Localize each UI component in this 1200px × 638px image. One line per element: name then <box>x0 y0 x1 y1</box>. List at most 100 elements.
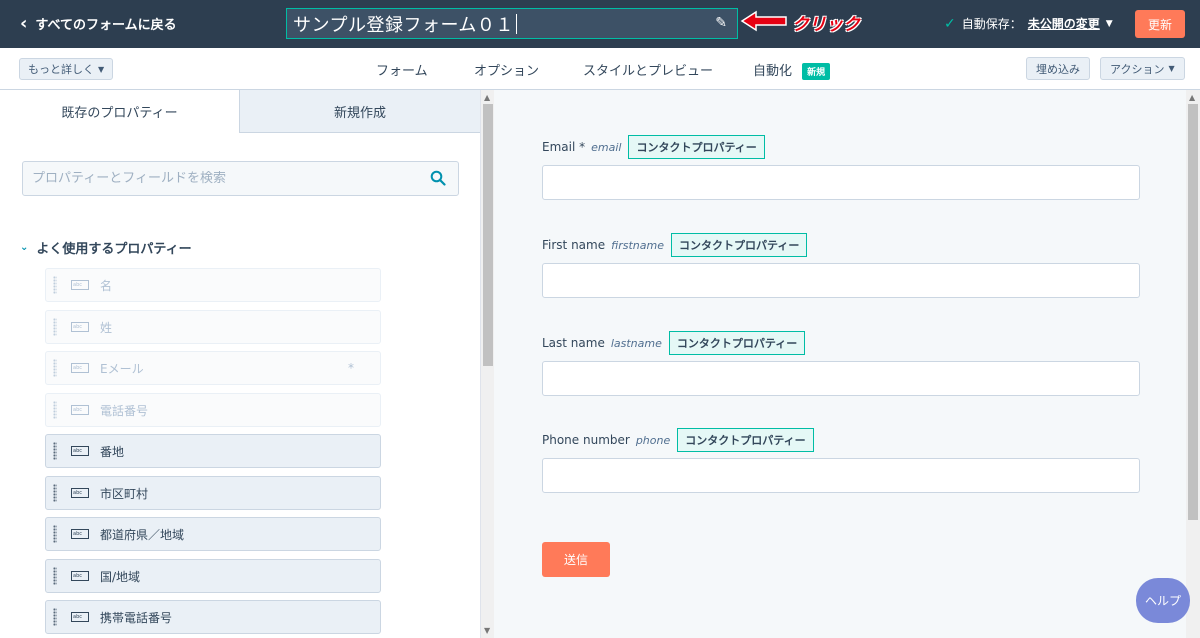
form-field-email[interactable]: Email * email コンタクトプロパティー <box>542 135 1140 200</box>
firstname-field[interactable] <box>542 263 1140 298</box>
drag-handle-icon[interactable] <box>53 442 57 460</box>
pencil-icon[interactable]: ✎ <box>715 15 727 31</box>
drag-handle-icon[interactable] <box>53 608 57 626</box>
tab-create-new[interactable]: 新規作成 <box>240 90 480 133</box>
field-internal-name: email <box>591 140 622 154</box>
tab-existing-label: 既存のプロパティー <box>61 106 178 121</box>
property-search <box>22 161 459 196</box>
tab-style-preview-label: スタイルとプレビュー <box>583 64 714 79</box>
field-label-row: Phone number phone コンタクトプロパティー <box>542 428 1140 452</box>
field-label: Phone number <box>542 433 630 447</box>
text-field-icon: abc <box>71 571 89 581</box>
scrollbar-thumb[interactable] <box>1188 104 1198 520</box>
field-internal-name: lastname <box>610 336 662 350</box>
form-title-input[interactable]: サンプル登録フォーム０１ ✎ <box>286 8 738 39</box>
property-item[interactable]: abc 国/地域 <box>45 559 381 593</box>
dropdown-caret-icon: ▼ <box>98 64 105 74</box>
text-field-icon: abc <box>71 405 89 415</box>
form-field-lastname[interactable]: Last name lastname コンタクトプロパティー <box>542 331 1140 396</box>
autosave-status[interactable]: ✓ 自動保存： 未公開の変更 ▼ <box>944 15 1113 32</box>
right-scrollbar[interactable]: ▲ <box>1186 90 1200 638</box>
drag-handle-icon[interactable] <box>53 484 57 502</box>
new-badge: 新規 <box>802 63 831 80</box>
tab-options-label: オプション <box>474 64 540 79</box>
form-field-firstname[interactable]: First name firstname コンタクトプロパティー <box>542 233 1140 298</box>
property-label: 姓 <box>100 320 113 335</box>
back-to-forms-link[interactable]: ‹ すべてのフォームに戻る <box>20 14 177 33</box>
field-internal-name: firstname <box>611 238 664 252</box>
property-label: 携帯電話番号 <box>100 610 173 625</box>
frequent-properties-toggle[interactable]: ⌄ よく使用するプロパティー <box>20 238 192 257</box>
property-type-tag: コンタクトプロパティー <box>668 331 806 355</box>
tab-bar: もっと詳しく ▼ フォーム オプション スタイルとプレビュー 自動化 新規 埋め… <box>0 48 1200 94</box>
more-details-dropdown[interactable]: もっと詳しく ▼ <box>19 58 114 80</box>
drag-handle-icon <box>53 401 57 419</box>
property-item[interactable]: abc 携帯電話番号 <box>45 600 381 634</box>
update-button[interactable]: 更新 <box>1135 10 1185 38</box>
text-field-icon: abc <box>71 363 89 373</box>
annotation-click-label: クリック <box>792 15 860 35</box>
form-field-phone[interactable]: Phone number phone コンタクトプロパティー <box>542 428 1140 493</box>
embed-label: 埋め込み <box>1036 62 1080 76</box>
chevron-down-icon: ⌄ <box>20 242 29 253</box>
tab-form-label: フォーム <box>376 64 428 79</box>
field-label-row: Last name lastname コンタクトプロパティー <box>542 331 1140 355</box>
section-title: よく使用するプロパティー <box>36 242 192 257</box>
scroll-up-arrow-icon[interactable]: ▲ <box>484 93 490 102</box>
actions-dropdown[interactable]: アクション ▼ <box>1100 57 1185 80</box>
property-type-tag: コンタクトプロパティー <box>670 233 808 257</box>
property-search-input[interactable] <box>32 171 458 186</box>
property-type-tag: コンタクトプロパティー <box>677 428 814 452</box>
property-label: 電話番号 <box>100 403 149 418</box>
property-item[interactable]: abc 姓 <box>45 310 381 344</box>
help-button[interactable]: ヘルプ <box>1136 578 1190 623</box>
embed-button[interactable]: 埋め込み <box>1026 57 1090 80</box>
check-icon: ✓ <box>944 15 956 32</box>
chevron-left-icon: ‹ <box>20 12 28 34</box>
email-field[interactable] <box>542 165 1140 200</box>
lastname-field[interactable] <box>542 361 1140 396</box>
back-link-label: すべてのフォームに戻る <box>35 18 177 33</box>
property-item[interactable]: abc 都道府県／地域 <box>45 517 381 551</box>
field-internal-name: phone <box>635 433 671 447</box>
required-mark: * <box>348 361 354 375</box>
autosave-label: 自動保存： <box>961 17 1022 31</box>
tab-options[interactable]: オプション <box>474 60 539 79</box>
left-scrollbar[interactable]: ▲ ▼ <box>480 90 494 638</box>
search-icon[interactable] <box>430 170 446 186</box>
tab-automation-label: 自動化 <box>753 64 793 79</box>
property-label: Eメール <box>100 361 144 376</box>
field-label: Last name <box>542 336 605 350</box>
property-label: 市区町村 <box>100 486 149 501</box>
tab-automation[interactable]: 自動化 新規 <box>753 60 831 80</box>
scroll-down-arrow-icon[interactable]: ▼ <box>484 626 490 635</box>
text-caret <box>515 13 517 34</box>
text-field-icon: abc <box>71 612 89 622</box>
drag-handle-icon <box>53 318 57 336</box>
form-preview: Email * email コンタクトプロパティー First name fir… <box>494 90 1186 638</box>
drag-handle-icon[interactable] <box>53 525 57 543</box>
property-type-tag: コンタクトプロパティー <box>628 135 765 159</box>
property-item[interactable]: abc 名 <box>45 268 381 302</box>
drag-handle-icon[interactable] <box>53 567 57 585</box>
field-label: First name <box>542 238 606 252</box>
property-item[interactable]: abc Eメール * <box>45 351 381 385</box>
submit-button[interactable]: 送信 <box>542 542 610 577</box>
property-item[interactable]: abc 番地 <box>45 434 381 468</box>
tab-style-preview[interactable]: スタイルとプレビュー <box>583 60 713 79</box>
tab-form[interactable]: フォーム <box>354 60 450 94</box>
text-field-icon: abc <box>71 322 89 332</box>
property-item[interactable]: abc 電話番号 <box>45 393 381 427</box>
field-label: Email * <box>542 140 586 154</box>
field-label-row: First name firstname コンタクトプロパティー <box>542 233 1140 257</box>
tab-create-new-label: 新規作成 <box>333 105 386 121</box>
phone-field[interactable] <box>542 458 1140 493</box>
properties-panel: 既存のプロパティー 新規作成 ⌄ よく使用するプロパティー abc 名 abc … <box>0 90 480 638</box>
scrollbar-thumb[interactable] <box>483 104 493 366</box>
text-field-icon: abc <box>71 446 89 456</box>
property-item[interactable]: abc 市区町村 <box>45 476 381 510</box>
top-bar: ‹ すべてのフォームに戻る サンプル登録フォーム０１ ✎ クリック ✓ 自動保存… <box>0 0 1200 48</box>
text-field-icon: abc <box>71 529 89 539</box>
scroll-up-arrow-icon[interactable]: ▲ <box>1189 93 1195 102</box>
tab-existing-properties[interactable]: 既存のプロパティー <box>0 90 240 133</box>
